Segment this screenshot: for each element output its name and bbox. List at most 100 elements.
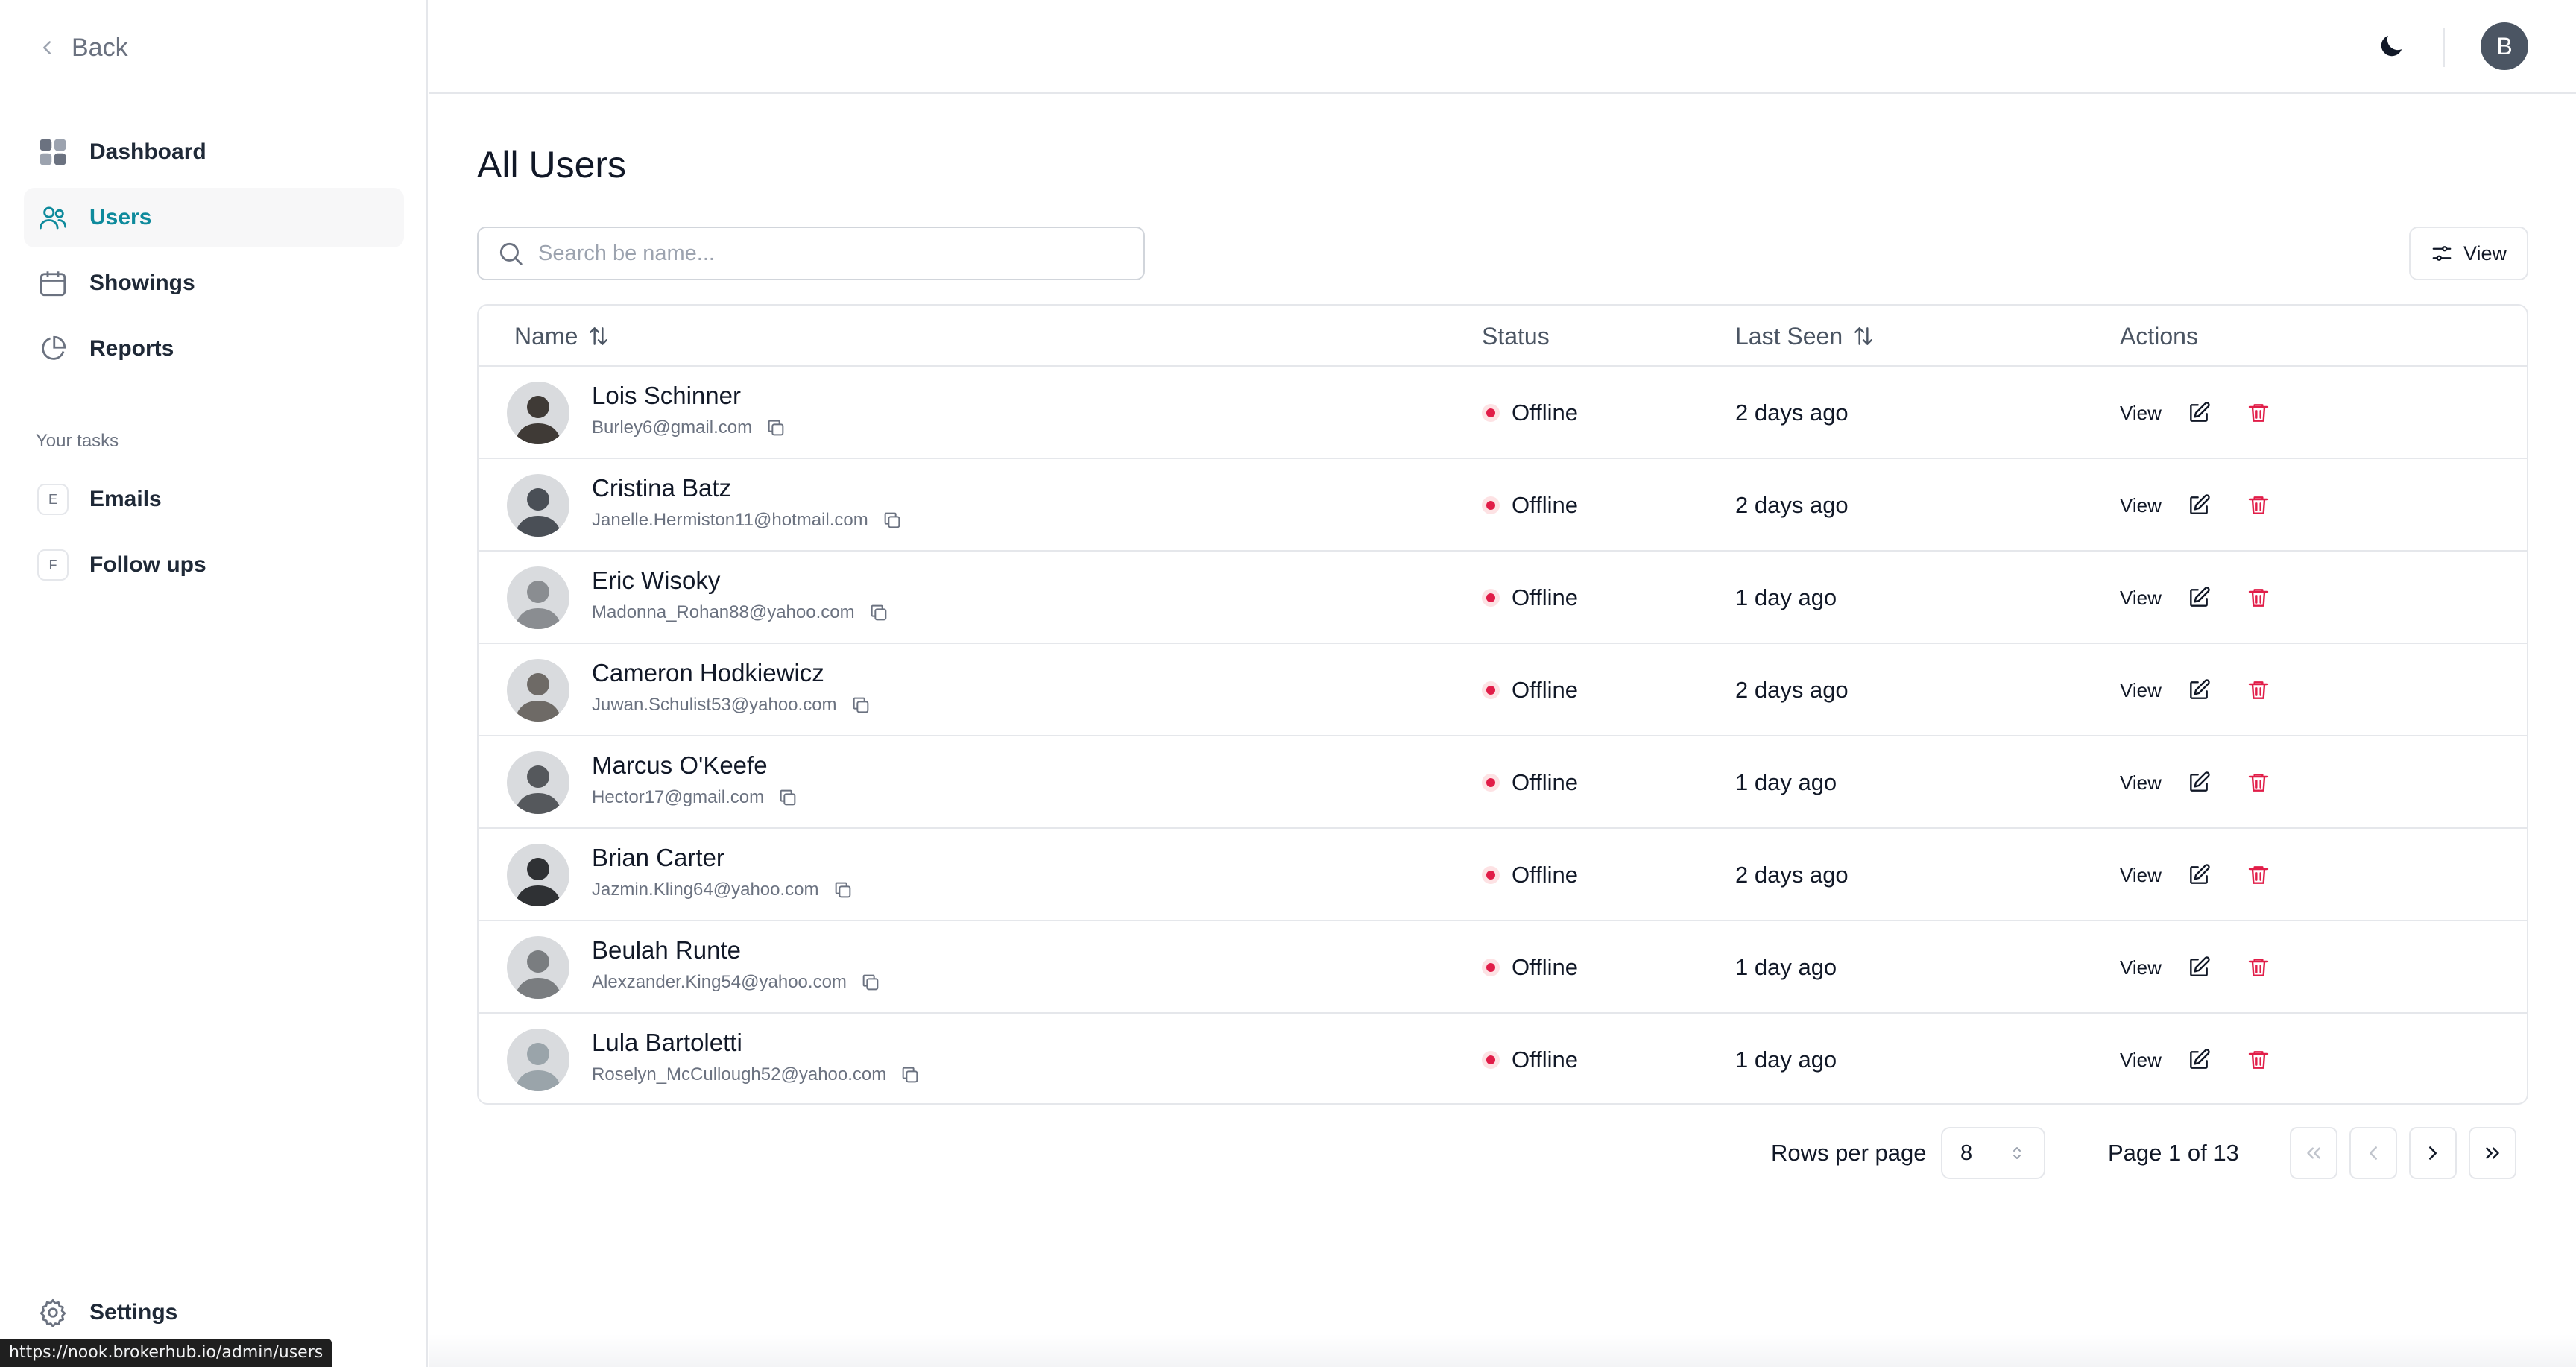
sidebar-item-follow-ups[interactable]: F Follow ups (24, 535, 404, 595)
back-button[interactable]: Back (36, 30, 128, 66)
chevron-left-icon (43, 41, 51, 54)
status-text: Offline (1512, 769, 1579, 795)
copy-icon[interactable] (900, 1064, 921, 1085)
edit-icon[interactable] (2184, 860, 2214, 890)
trash-icon[interactable] (2244, 768, 2273, 798)
status-dot (1482, 681, 1500, 699)
view-user-button[interactable]: View (2120, 402, 2184, 425)
actions-cell: View (2120, 552, 2303, 644)
last-page-button[interactable] (2469, 1127, 2516, 1179)
sort-icon (590, 327, 608, 345)
sidebar-item-users[interactable]: Users (24, 188, 404, 247)
table-row[interactable]: Beulah Runte Alexzander.King54@yahoo.com… (479, 921, 2527, 1014)
edit-icon[interactable] (2184, 490, 2214, 520)
chevron-left-icon (2370, 1146, 2377, 1160)
edit-icon[interactable] (2184, 768, 2214, 798)
sidebar-item-emails[interactable]: E Emails (24, 470, 404, 529)
search-input[interactable] (538, 241, 1120, 266)
table-row[interactable]: Cameron Hodkiewicz Juwan.Schulist53@yaho… (479, 644, 2527, 736)
last-seen-cell: 1 day ago (1735, 769, 1837, 795)
theme-toggle-button[interactable] (2370, 25, 2412, 67)
column-actions-header: Actions (2120, 306, 2198, 367)
status-cell: Offline (1482, 921, 1578, 1014)
trash-icon[interactable] (2244, 583, 2273, 613)
view-options-button[interactable]: View (2409, 227, 2528, 280)
edit-icon[interactable] (2184, 583, 2214, 613)
rows-per-page-value: 8 (1960, 1140, 1973, 1165)
task-badge: E (37, 484, 69, 515)
copy-icon[interactable] (860, 972, 881, 993)
copy-icon[interactable] (777, 787, 798, 808)
copy-icon[interactable] (765, 417, 786, 438)
user-avatar-image (507, 659, 569, 722)
column-label: Last Seen (1735, 322, 1843, 350)
user-email-group: Alexzander.King54@yahoo.com (592, 972, 881, 993)
user-email-group: Burley6@gmail.com (592, 417, 786, 438)
last-seen-cell: 2 days ago (1735, 492, 1849, 518)
next-page-button[interactable] (2409, 1127, 2457, 1179)
table-row[interactable]: Marcus O'Keefe Hector17@gmail.com Offlin… (479, 736, 2527, 829)
view-user-button[interactable]: View (2120, 1049, 2184, 1072)
sort-icon (1854, 327, 1872, 345)
copy-icon[interactable] (833, 880, 853, 900)
rows-per-page-label: Rows per page (1771, 1140, 1927, 1166)
view-user-button[interactable]: View (2120, 679, 2184, 702)
last-seen-cell: 1 day ago (1735, 1046, 1837, 1073)
user-avatar[interactable]: B (2481, 22, 2528, 70)
view-user-button[interactable]: View (2120, 771, 2184, 795)
user-email-group: Jazmin.Kling64@yahoo.com (592, 880, 853, 900)
trash-icon[interactable] (2244, 1045, 2273, 1075)
table-row[interactable]: Lula Bartoletti Roselyn_McCullough52@yah… (479, 1014, 2527, 1103)
task-badge: F (37, 549, 69, 581)
copy-icon[interactable] (850, 695, 871, 716)
column-last-seen-header[interactable]: Last Seen (1735, 306, 1875, 367)
sidebar-item-label: Showings (89, 271, 195, 295)
edit-icon[interactable] (2184, 398, 2214, 428)
edit-icon[interactable] (2184, 675, 2214, 705)
sidebar-item-reports[interactable]: Reports (24, 319, 404, 379)
sidebar-item-label: Dashboard (89, 139, 206, 164)
trash-icon[interactable] (2244, 953, 2273, 982)
status-cell: Offline (1482, 644, 1578, 736)
user-avatar-image (507, 566, 569, 629)
view-user-button[interactable]: View (2120, 587, 2184, 610)
rows-per-page-select[interactable]: 8 (1941, 1127, 2045, 1179)
trash-icon[interactable] (2244, 675, 2273, 705)
column-label: Name (514, 322, 578, 350)
table-row[interactable]: Brian Carter Jazmin.Kling64@yahoo.com Of… (479, 829, 2527, 921)
actions-cell: View (2120, 921, 2303, 1014)
status-cell: Offline (1482, 459, 1578, 552)
sidebar-item-dashboard[interactable]: Dashboard (24, 122, 404, 182)
view-user-button[interactable]: View (2120, 864, 2184, 887)
edit-icon[interactable] (2184, 1045, 2214, 1075)
calendar-icon (37, 268, 69, 299)
copy-icon[interactable] (868, 602, 889, 623)
table-row[interactable]: Lois Schinner Burley6@gmail.com Offline … (479, 367, 2527, 459)
actions-cell: View (2120, 736, 2303, 829)
page-indicator: Page 1 of 13 (2108, 1140, 2239, 1166)
status-cell: Offline (1482, 367, 1578, 459)
back-label: Back (72, 33, 128, 62)
user-name: Lois Schinner (592, 382, 741, 409)
table-row[interactable]: Eric Wisoky Madonna_Rohan88@yahoo.com Of… (479, 552, 2527, 644)
sidebar-item-settings[interactable]: Settings (37, 1294, 177, 1331)
chevrons-left-icon (2307, 1147, 2320, 1159)
table-row[interactable]: Cristina Batz Janelle.Hermiston11@hotmai… (479, 459, 2527, 552)
sidebar-item-showings[interactable]: Showings (24, 253, 404, 313)
trash-icon[interactable] (2244, 490, 2273, 520)
moon-icon (2381, 35, 2402, 57)
status-text: Offline (1512, 677, 1579, 703)
gear-icon (40, 1298, 66, 1327)
column-label: Actions (2120, 322, 2198, 350)
previous-page-button[interactable] (2349, 1127, 2397, 1179)
view-user-button[interactable]: View (2120, 956, 2184, 979)
column-name-header[interactable]: Name (514, 306, 610, 367)
trash-icon[interactable] (2244, 398, 2273, 428)
actions-cell: View (2120, 1014, 2303, 1103)
view-user-button[interactable]: View (2120, 494, 2184, 517)
copy-icon[interactable] (882, 510, 903, 531)
edit-icon[interactable] (2184, 953, 2214, 982)
user-email-group: Hector17@gmail.com (592, 787, 798, 808)
first-page-button[interactable] (2290, 1127, 2337, 1179)
trash-icon[interactable] (2244, 860, 2273, 890)
